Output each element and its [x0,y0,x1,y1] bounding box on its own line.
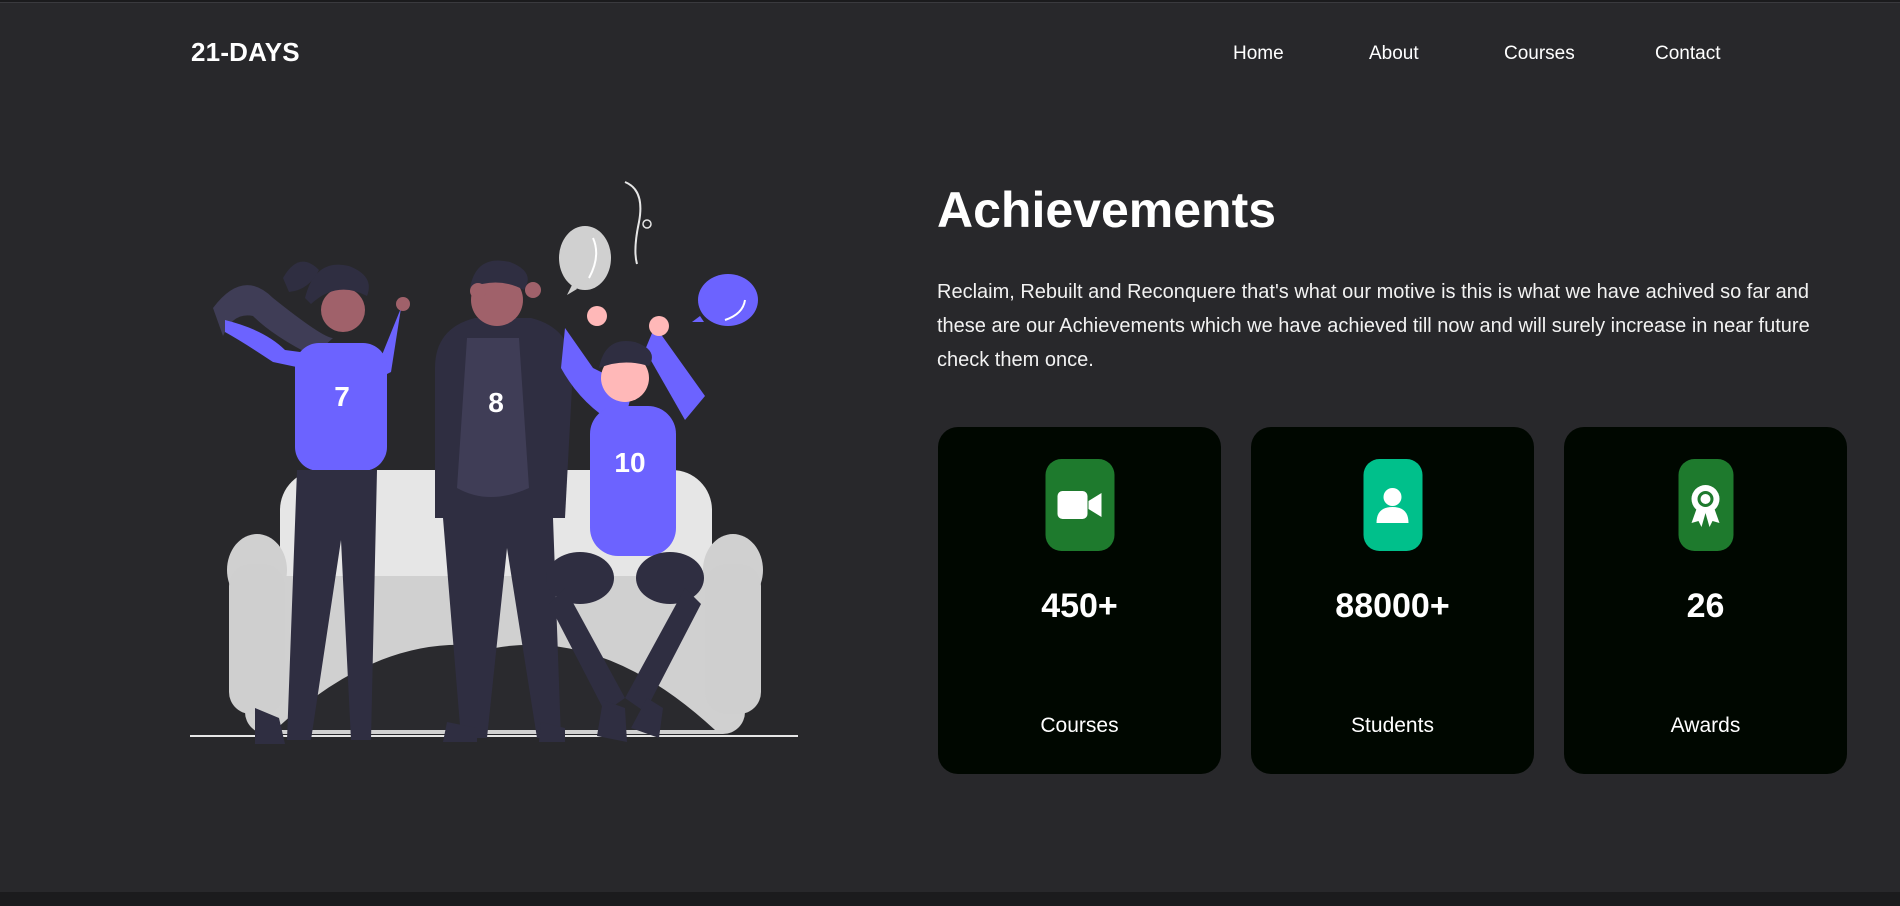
stat-label-courses: Courses [1040,714,1119,737]
stat-label-awards: Awards [1670,714,1741,737]
video-camera-icon [1045,459,1114,551]
stat-card-courses: 450+ Courses [938,427,1221,774]
award-ribbon-icon [1678,459,1733,551]
jersey-number-seven: 7 [334,381,350,412]
balloon-gray [559,181,652,295]
nav-contact[interactable]: Contact [1655,43,1720,65]
user-badge-icon [1363,459,1422,551]
main-nav: Home About Courses Contact [0,43,1900,73]
celebration-illustration: 7 8 10 [190,181,798,744]
section-title: Achievements [937,182,1277,238]
page: 21-DAYS Home About Courses Contact 7 8 1… [0,2,1900,892]
jersey-number-eight: 8 [488,387,504,418]
nav-courses[interactable]: Courses [1504,43,1575,65]
nav-home[interactable]: Home [1233,43,1284,65]
stat-card-students: 88000+ Students [1251,427,1534,774]
stat-value-students: 88000+ [1335,587,1450,625]
stat-label-students: Students [1351,714,1434,737]
section-description: Reclaim, Rebuilt and Reconquere that's w… [937,281,1810,371]
stat-value-awards: 26 [1686,587,1725,625]
balloon-purple [692,274,758,326]
nav-about[interactable]: About [1369,43,1419,65]
stat-value-courses: 450+ [1041,587,1118,625]
stat-card-awards: 26 Awards [1564,427,1847,774]
jersey-number-ten: 10 [614,447,645,478]
